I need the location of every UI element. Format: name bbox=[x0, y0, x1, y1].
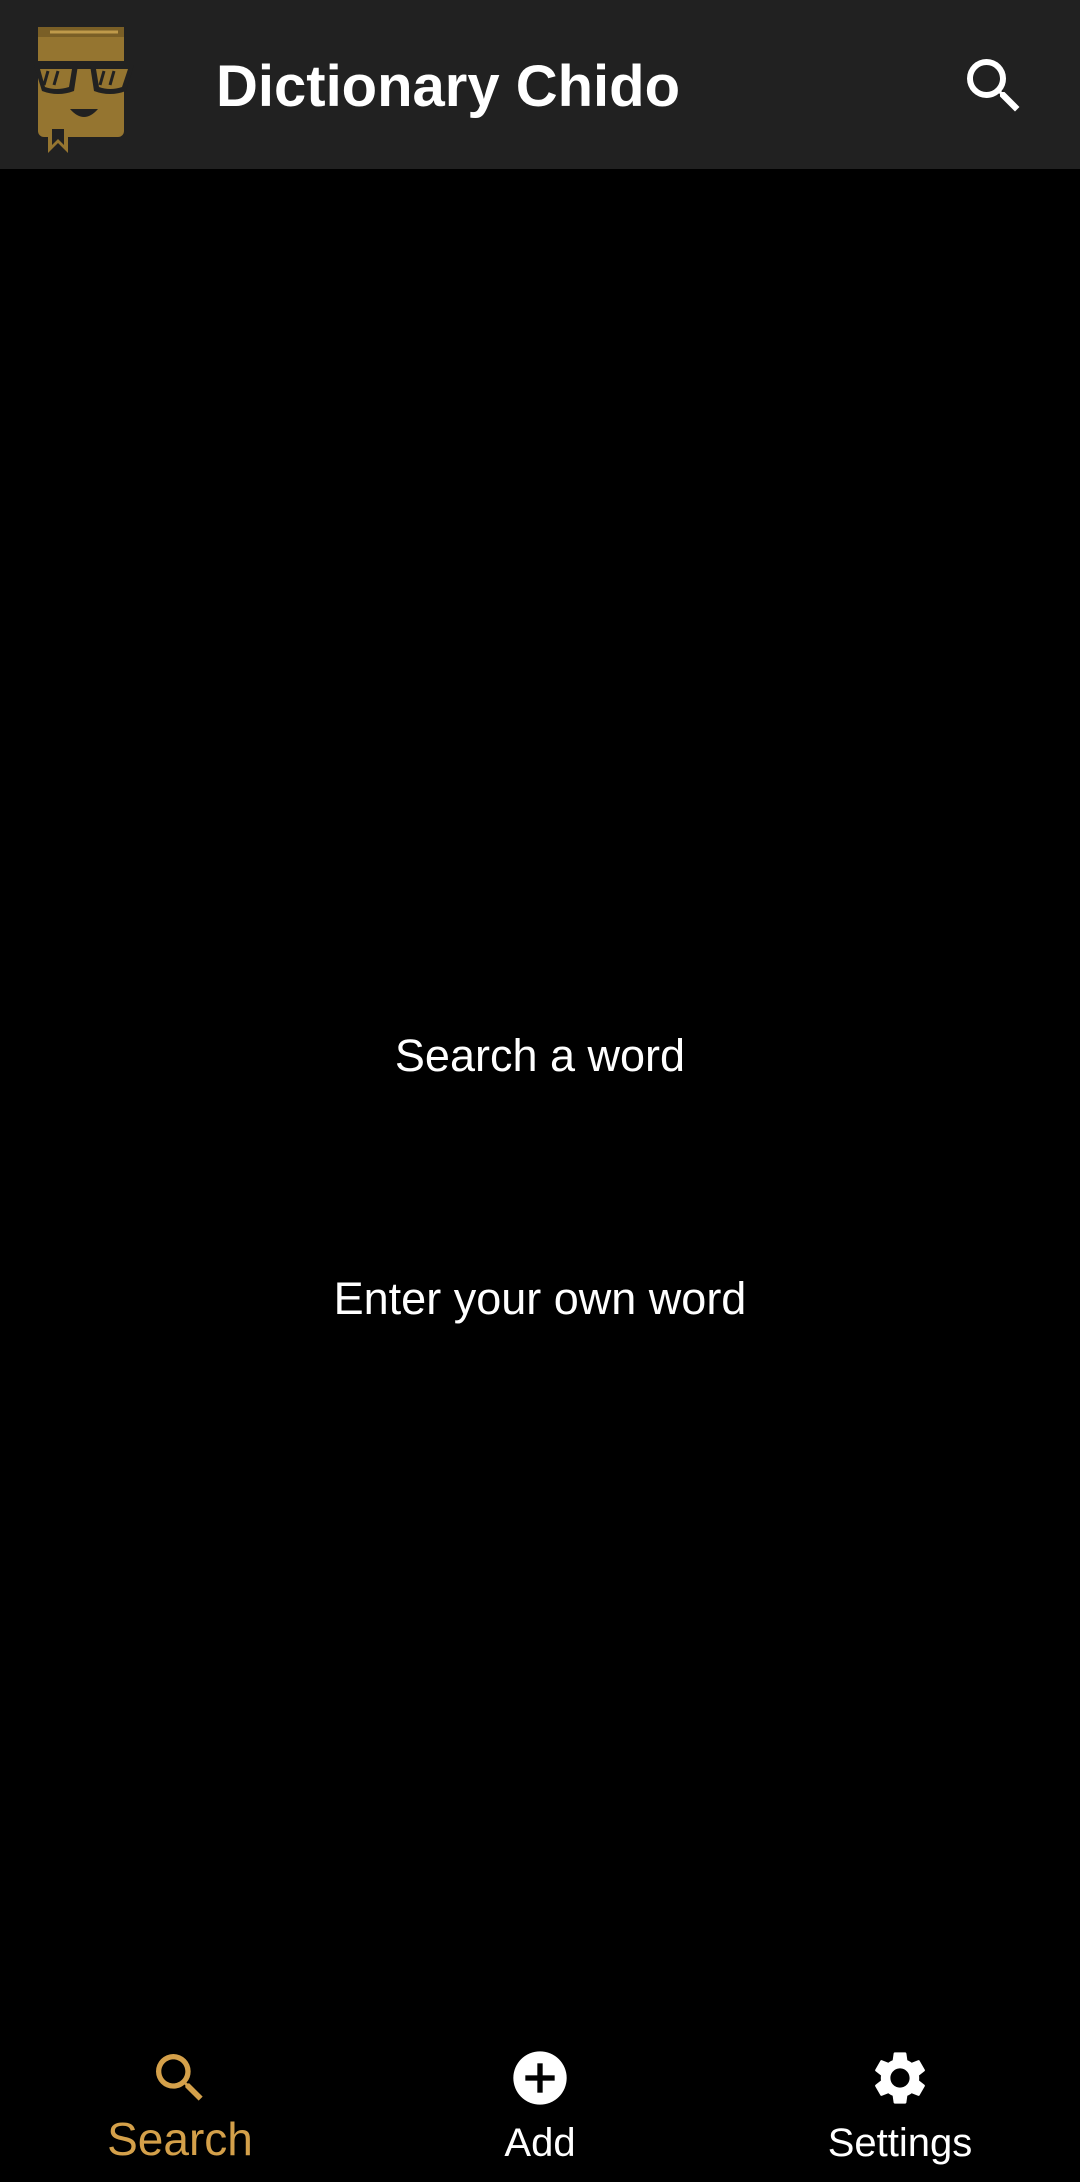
search-icon bbox=[148, 2046, 212, 2110]
app-bar: Dictionary Chido bbox=[0, 0, 1080, 169]
nav-item-search[interactable]: Search bbox=[0, 2024, 360, 2182]
add-circle-icon bbox=[508, 2046, 572, 2110]
bottom-navigation: Search Add Settings bbox=[0, 2024, 1080, 2182]
nav-label-add: Add bbox=[504, 2121, 576, 2165]
search-word-link[interactable]: Search a word bbox=[0, 1029, 1080, 1083]
enter-own-word-link[interactable]: Enter your own word bbox=[0, 1272, 1080, 1326]
app-title: Dictionary Chido bbox=[216, 54, 681, 119]
sunglasses-book-icon bbox=[28, 25, 140, 153]
search-icon[interactable] bbox=[958, 50, 1030, 122]
nav-label-settings: Settings bbox=[827, 2121, 973, 2165]
gear-icon bbox=[868, 2046, 932, 2110]
nav-item-settings[interactable]: Settings bbox=[720, 2024, 1080, 2182]
nav-item-add[interactable]: Add bbox=[360, 2024, 720, 2182]
nav-label-search: Search bbox=[107, 2113, 253, 2165]
